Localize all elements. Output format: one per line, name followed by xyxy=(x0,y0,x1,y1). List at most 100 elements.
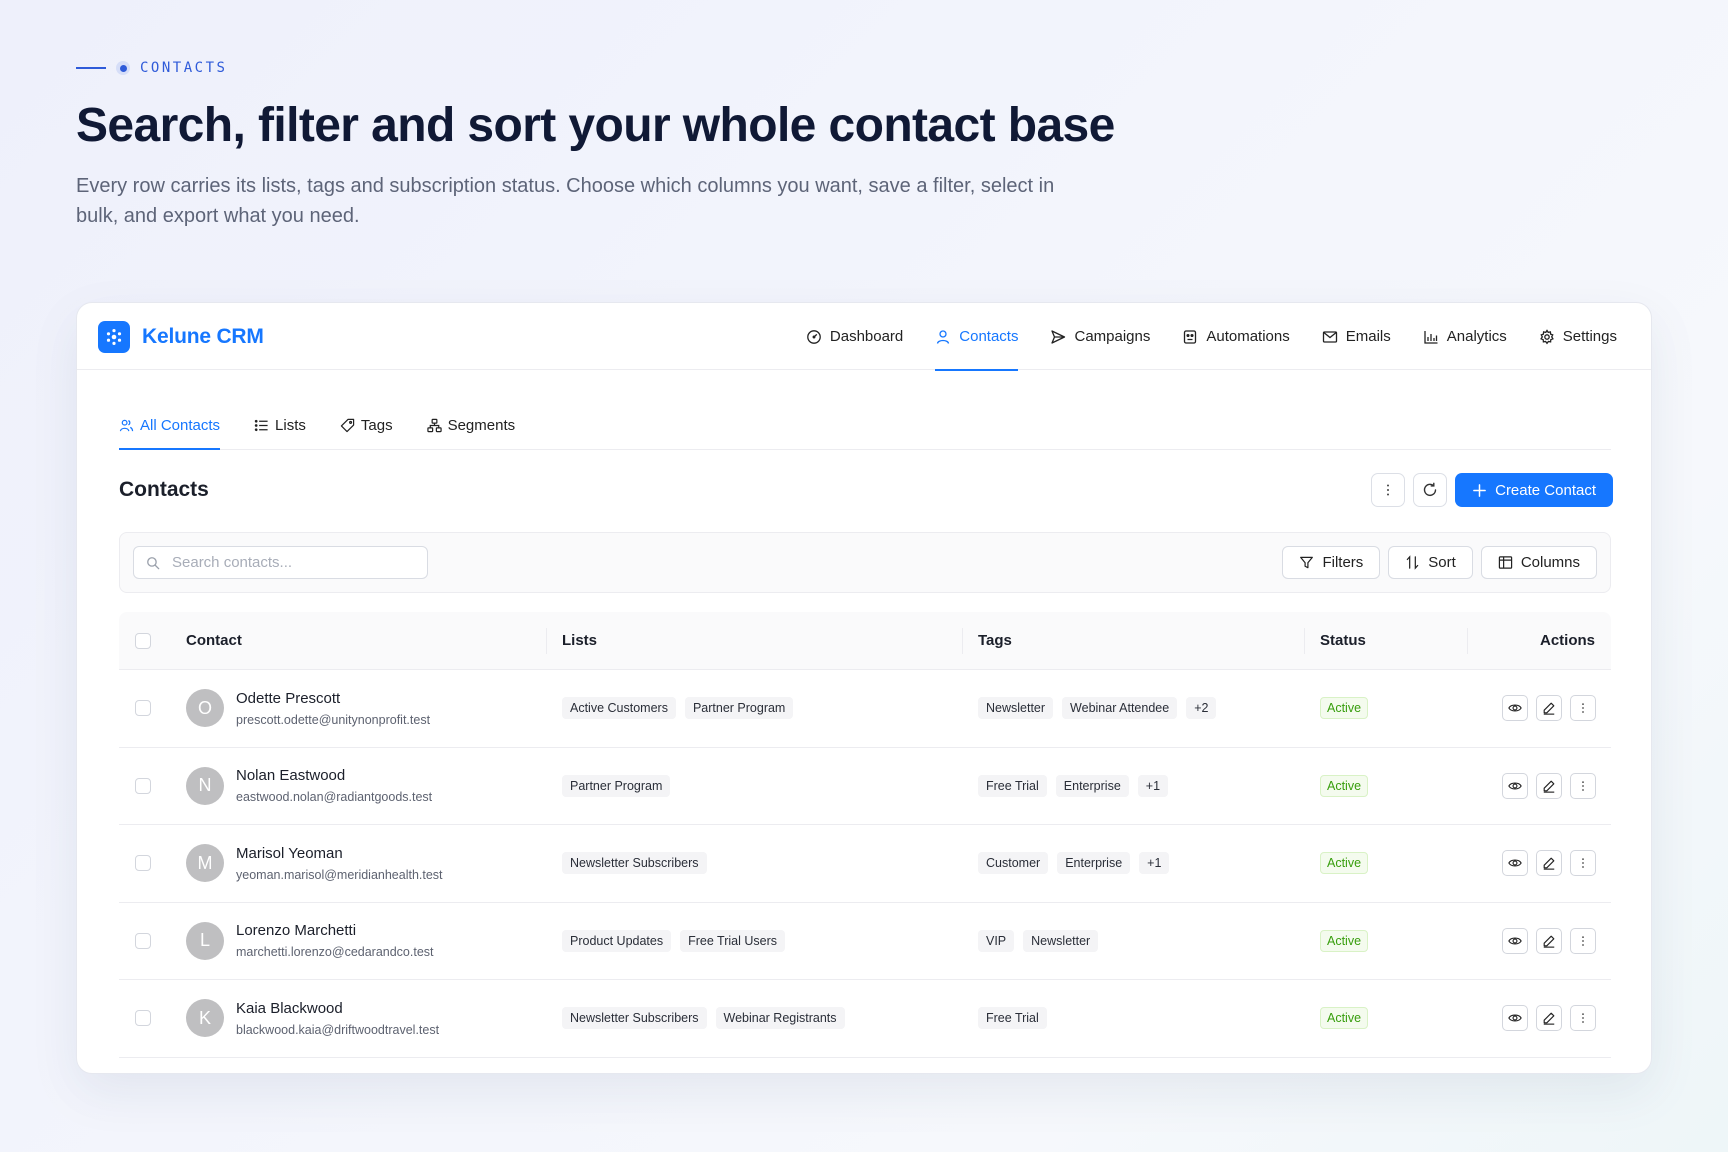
row-checkbox[interactable] xyxy=(135,855,151,872)
actions-cell xyxy=(1502,670,1596,747)
main-nav: Dashboard Contacts Campaigns Automations… xyxy=(790,303,1633,371)
contact-name[interactable]: Nolan Eastwood xyxy=(236,767,432,784)
tag-chip: Newsletter xyxy=(978,697,1054,720)
send-icon xyxy=(1051,329,1066,344)
lists-cell: Partner Program xyxy=(562,748,671,825)
edit-button[interactable] xyxy=(1536,927,1562,954)
row-checkbox-cell xyxy=(135,670,151,747)
contact-cell[interactable]: M Marisol Yeoman yeoman.marisol@meridian… xyxy=(186,825,443,902)
nav-label: Dashboard xyxy=(829,328,904,345)
view-button[interactable] xyxy=(1502,772,1528,799)
contact-email: prescott.odette@unitynonprofit.test xyxy=(236,712,431,727)
table-row: O Odette Prescott prescott.odette@unityn… xyxy=(119,670,1611,748)
list-chip: Free Trial Users xyxy=(680,929,786,952)
tab-all-contacts[interactable]: All Contacts xyxy=(119,408,221,450)
lists-cell: Product Updates Free Trial Users xyxy=(562,903,786,980)
row-actions xyxy=(1502,772,1596,799)
header-actions: Create Contact xyxy=(1371,473,1613,507)
edit-button[interactable] xyxy=(1536,850,1562,877)
edit-button[interactable] xyxy=(1536,1005,1562,1032)
tag-chip: Free Trial xyxy=(978,774,1047,797)
eyebrow-line xyxy=(76,67,106,69)
avatar: L xyxy=(186,921,224,960)
contact-info: Lorenzo Marchetti marchetti.lorenzo@ceda… xyxy=(236,922,434,959)
row-more-button[interactable] xyxy=(1570,850,1596,877)
row-more-button[interactable] xyxy=(1570,927,1596,954)
view-button[interactable] xyxy=(1502,695,1528,722)
table-row: K Kaia Blackwood blackwood.kaia@driftwoo… xyxy=(119,980,1611,1058)
contact-name[interactable]: Lorenzo Marchetti xyxy=(236,922,434,939)
header-tags[interactable]: Tags xyxy=(978,612,1012,669)
tag-chips: Newsletter Webinar Attendee +2 xyxy=(978,697,1217,720)
create-contact-button[interactable]: Create Contact xyxy=(1455,473,1613,507)
list-chip: Partner Program xyxy=(562,774,671,797)
pencil-icon xyxy=(1543,702,1555,715)
status-cell: Active xyxy=(1320,825,1369,902)
view-button[interactable] xyxy=(1502,1005,1528,1032)
header-status[interactable]: Status xyxy=(1320,612,1366,669)
row-checkbox-cell xyxy=(135,903,151,980)
row-checkbox[interactable] xyxy=(135,1010,151,1027)
view-button[interactable] xyxy=(1502,850,1528,877)
list-chips: Newsletter Subscribers xyxy=(562,852,707,875)
columns-button[interactable]: Columns xyxy=(1480,546,1597,579)
more-options-button[interactable] xyxy=(1371,473,1406,507)
brand[interactable]: Kelune CRM xyxy=(98,321,264,353)
users-icon xyxy=(119,419,134,432)
nav-emails[interactable]: Emails xyxy=(1306,303,1407,370)
row-checkbox[interactable] xyxy=(135,777,151,794)
contact-name[interactable]: Odette Prescott xyxy=(236,690,430,707)
contact-name[interactable]: Marisol Yeoman xyxy=(236,845,443,862)
tag-icon xyxy=(340,418,355,433)
vertical-dots-icon xyxy=(1582,703,1584,714)
view-button[interactable] xyxy=(1502,927,1528,954)
list-chips: Product Updates Free Trial Users xyxy=(562,929,786,952)
contact-name[interactable]: Kaia Blackwood xyxy=(236,1000,439,1017)
sort-button[interactable]: Sort xyxy=(1388,546,1473,579)
row-checkbox[interactable] xyxy=(135,700,151,717)
hero-title: Search, filter and sort your whole conta… xyxy=(76,99,1115,152)
nav-campaigns[interactable]: Campaigns xyxy=(1034,303,1166,370)
tag-chips: Free Trial Enterprise +1 xyxy=(978,774,1169,797)
header-actions: Actions xyxy=(1539,632,1595,649)
header-contact[interactable]: Contact xyxy=(186,612,242,669)
avatar: M xyxy=(186,844,224,883)
edit-button[interactable] xyxy=(1536,695,1562,722)
header-lists[interactable]: Lists xyxy=(562,612,597,669)
row-more-button[interactable] xyxy=(1570,772,1596,799)
nav-contacts[interactable]: Contacts xyxy=(919,303,1034,371)
row-checkbox-cell xyxy=(135,980,151,1057)
nav-label: Settings xyxy=(1562,328,1617,345)
filters-button[interactable]: Filters xyxy=(1282,546,1381,579)
nav-analytics[interactable]: Analytics xyxy=(1407,303,1523,370)
top-navbar: Kelune CRM Dashboard Contacts Campaigns … xyxy=(77,303,1651,371)
tab-segments[interactable]: Segments xyxy=(426,408,515,449)
row-more-button[interactable] xyxy=(1570,1005,1596,1032)
actions-cell xyxy=(1502,825,1596,902)
row-checkbox-cell xyxy=(135,825,151,902)
status-cell: Active xyxy=(1320,980,1369,1057)
pencil-icon xyxy=(1543,1012,1555,1025)
row-more-button[interactable] xyxy=(1570,695,1596,722)
contact-cell[interactable]: L Lorenzo Marchetti marchetti.lorenzo@ce… xyxy=(186,903,434,980)
tab-label: Lists xyxy=(275,417,306,434)
tab-tags[interactable]: Tags xyxy=(340,408,393,449)
select-all-checkbox[interactable] xyxy=(135,632,151,649)
contact-cell[interactable]: O Odette Prescott prescott.odette@unityn… xyxy=(186,670,430,747)
nav-automations[interactable]: Automations xyxy=(1166,303,1305,370)
contact-cell[interactable]: N Nolan Eastwood eastwood.nolan@radiantg… xyxy=(186,748,432,825)
nav-dashboard[interactable]: Dashboard xyxy=(790,303,919,370)
nav-settings[interactable]: Settings xyxy=(1523,303,1633,370)
eye-icon xyxy=(1508,704,1522,712)
contact-cell[interactable]: K Kaia Blackwood blackwood.kaia@driftwoo… xyxy=(186,980,439,1057)
hero: CONTACTS Search, filter and sort your wh… xyxy=(76,60,1176,231)
section-title: Contacts xyxy=(119,478,209,501)
list-chip: Active Customers xyxy=(562,697,676,720)
row-checkbox[interactable] xyxy=(135,932,151,949)
search-input[interactable] xyxy=(172,554,412,571)
status-cell: Active xyxy=(1320,748,1369,825)
refresh-button[interactable] xyxy=(1413,473,1448,507)
header-divider xyxy=(1304,628,1305,654)
edit-button[interactable] xyxy=(1536,772,1562,799)
tab-lists[interactable]: Lists xyxy=(254,408,306,449)
